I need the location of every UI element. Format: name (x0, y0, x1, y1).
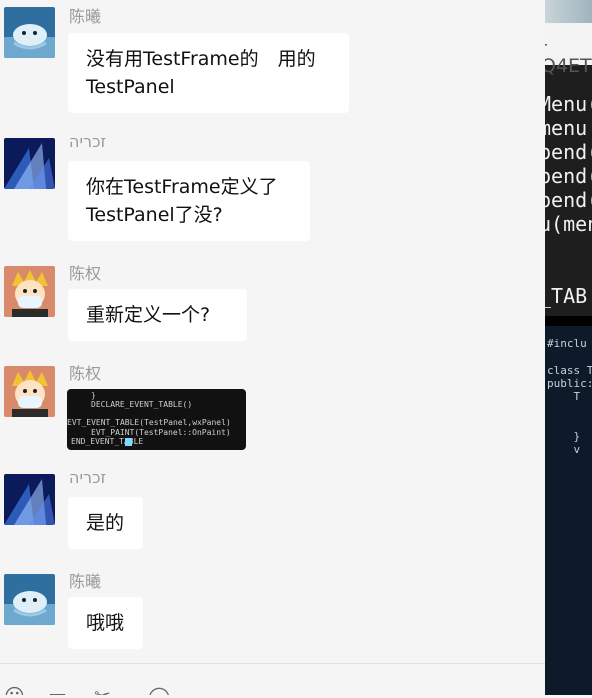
message-bubble[interactable]: 哦哦 (68, 597, 143, 649)
message-text-line: 是的 (86, 512, 125, 534)
message-text-line: 没有用TestFrame的 用的 (86, 48, 316, 70)
message-bubble[interactable]: 重新定义一个? (68, 289, 247, 341)
avatar[interactable] (4, 574, 55, 625)
folder-icon[interactable]: ▭ (48, 684, 67, 695)
sender-name: זכריה (69, 468, 107, 487)
sender-name: 陈权 (69, 264, 102, 283)
emoji-icon[interactable]: ☺ (4, 684, 25, 695)
background-code-line: pend( (539, 188, 592, 212)
message-text-line: TestPanel (86, 76, 175, 98)
image-code-line: } (91, 391, 96, 400)
avatar[interactable] (4, 266, 55, 317)
avatar[interactable] (4, 7, 55, 58)
sender-name: 陈权 (69, 364, 102, 383)
inset-code-line: public: (547, 377, 592, 390)
message-text-line: 重新定义一个? (86, 304, 211, 326)
scissors-icon[interactable]: ✂ (94, 684, 111, 695)
inset-code-line: class T (547, 364, 592, 377)
avatar[interactable] (4, 474, 55, 525)
avatar[interactable] (4, 138, 55, 189)
background-code-line: menu (539, 116, 588, 140)
image-code-line: DECLARE_EVENT_TABLE() (91, 400, 193, 409)
message-bubble[interactable]: 没有用TestFrame的 用的 TestPanel (68, 33, 349, 113)
inset-code-line: #inclu (547, 337, 587, 350)
sender-name: 陈曦 (69, 7, 102, 26)
inset-code-line: } (547, 430, 581, 443)
avatar[interactable] (4, 366, 55, 417)
background-code-line: Menu( (539, 92, 592, 116)
background-code-line: u(men (539, 212, 592, 236)
message-bubble[interactable]: 你在TestFrame定义了 TestPanel了没? (68, 161, 310, 241)
sender-name: זכריה (69, 132, 107, 151)
background-code-line: pend( (539, 164, 592, 188)
message-text-line: TestPanel了没? (86, 204, 223, 226)
text-cursor (125, 438, 132, 446)
background-code-line: _TAB (539, 284, 588, 308)
inset-code-line: T (547, 390, 581, 403)
sender-name: 陈曦 (69, 572, 102, 591)
message-text-line: 哦哦 (86, 612, 125, 634)
chat-input-toolbar: ☺ ▭ ✂ ◯ (0, 663, 545, 695)
background-desktop-strip (545, 0, 592, 23)
image-code-line: EVT_PAINT(TestPanel::OnPaint) (91, 428, 231, 437)
background-tab-label: -Q4ET (541, 33, 592, 77)
message-text-line: 你在TestFrame定义了 (86, 176, 278, 198)
chat-message-list[interactable]: 陈曦 没有用TestFrame的 用的 TestPanel זכריה 你在Te… (0, 0, 545, 695)
message-bubble[interactable]: 是的 (68, 497, 143, 549)
chat-history-icon[interactable]: ◯ (148, 684, 170, 695)
image-code-line: EVT_EVENT_TABLE(TestPanel,wxPanel) (67, 418, 231, 427)
image-code-line: END_EVENT_TABLE (71, 437, 144, 446)
inset-code-line: v (547, 443, 581, 456)
image-message[interactable]: } DECLARE_EVENT_TABLE() EVT_EVENT_TABLE(… (67, 389, 246, 450)
background-code-line: pend( (539, 140, 592, 164)
